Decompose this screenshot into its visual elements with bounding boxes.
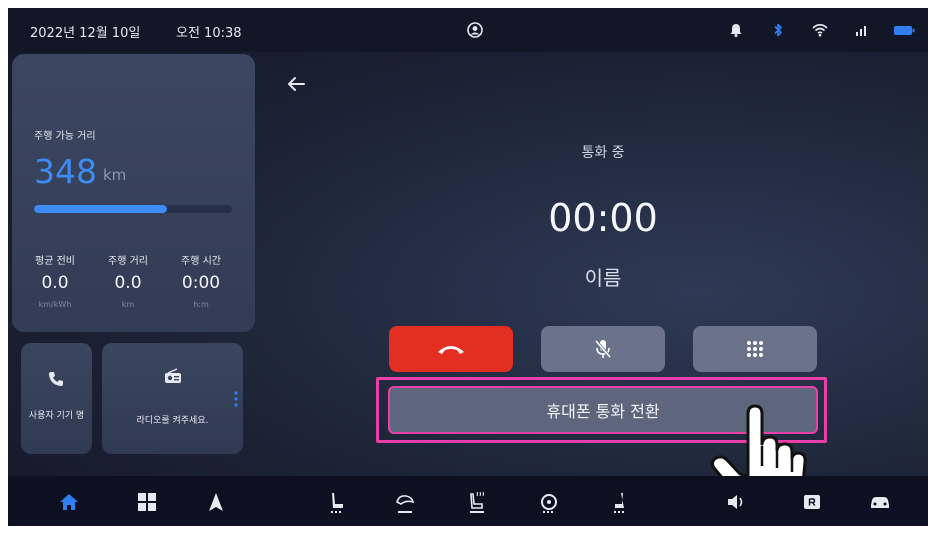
profile-icon[interactable] [465, 20, 485, 40]
steering-heat-icon[interactable] [537, 490, 561, 514]
drive-time-value: 0:00 [181, 273, 221, 293]
status-time: 오전 10:38 [176, 26, 242, 41]
efficiency-value: 0.0 [41, 273, 69, 293]
trip-info-card[interactable]: 주행 가능 거리 348 km 평균 전비 0.0 km/kWh 주행 거리 0… [12, 54, 255, 332]
drive-time-label: 주행 시간 [181, 256, 221, 267]
signal-icon [856, 26, 866, 36]
hang-up-icon [438, 346, 464, 354]
home-icon[interactable] [57, 490, 81, 514]
range-value: 348 [34, 152, 97, 191]
status-date: 2022년 12월 10일 [30, 26, 141, 41]
battery-icon [894, 26, 915, 35]
distance-value: 0.0 [114, 273, 142, 293]
range-unit: km [103, 166, 127, 184]
efficiency-label: 평균 전비 [35, 256, 75, 267]
call-status: 통화 중 [581, 145, 625, 161]
mute-button[interactable] [541, 326, 665, 372]
more-dots-icon[interactable] [233, 390, 239, 408]
vehicle-icon[interactable] [868, 490, 892, 514]
bell-icon [730, 24, 742, 37]
apps-grid-icon[interactable] [135, 490, 159, 514]
radio-label: 라디오를 켜주세요. [136, 416, 209, 426]
range-label: 주행 가능 거리 [34, 131, 96, 142]
distance-unit: km [121, 300, 135, 309]
bottom-dock [8, 476, 928, 526]
mic-off-icon [594, 340, 612, 358]
navigation-icon[interactable] [204, 490, 228, 514]
seat-vent-icon[interactable] [608, 490, 632, 514]
phone-icon [49, 372, 63, 386]
radio-tile[interactable]: 라디오를 켜주세요. [102, 343, 243, 454]
fan-icon[interactable] [393, 490, 417, 514]
bluetooth-icon [774, 23, 782, 37]
distance-label: 주행 거리 [108, 256, 148, 267]
status-bar: 2022년 12월 10일 오전 10:38 [8, 8, 928, 52]
infotainment-screen: 2022년 12월 10일 오전 10:38 주행 가능 거리 348 km 평… [8, 8, 928, 526]
wifi-icon [812, 23, 828, 37]
user-device-tile[interactable]: 사용자 기기 명 [21, 343, 92, 454]
range-progress-bar [34, 205, 232, 213]
keypad-button[interactable] [693, 326, 817, 372]
rear-camera-icon[interactable] [800, 490, 824, 514]
back-arrow-icon[interactable] [284, 74, 308, 94]
caller-name: 이름 [584, 266, 622, 290]
volume-icon[interactable] [725, 490, 749, 514]
seat-icon[interactable] [325, 490, 349, 514]
efficiency-unit: km/kWh [38, 300, 72, 309]
end-call-button[interactable] [389, 326, 513, 372]
radio-icon [165, 368, 181, 383]
range-progress-fill [34, 205, 167, 213]
drive-time-unit: h:m [193, 300, 209, 309]
user-device-label: 사용자 기기 명 [28, 411, 85, 421]
phone-transfer-label: 휴대폰 통화 전환 [546, 402, 660, 421]
heated-seat-icon[interactable] [465, 490, 489, 514]
call-timer: 00:00 [548, 196, 658, 240]
keypad-icon [747, 341, 763, 357]
